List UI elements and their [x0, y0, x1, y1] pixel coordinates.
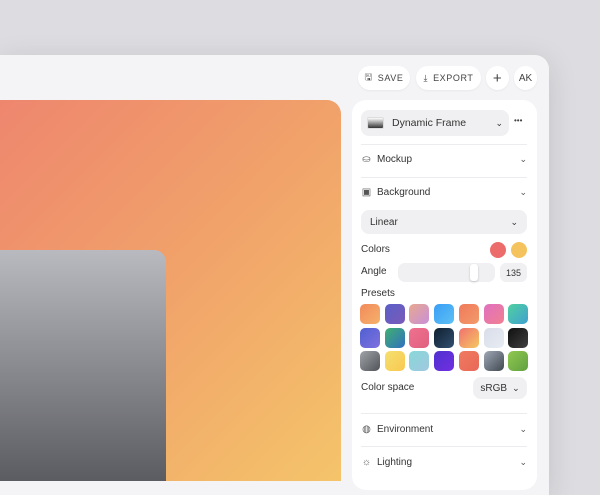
preset-swatch[interactable] [384, 304, 405, 324]
preset-swatch[interactable] [483, 327, 504, 348]
preset-swatch[interactable] [458, 304, 479, 324]
section-lighting[interactable]: ☼ Lighting ⌄ [361, 457, 527, 468]
preset-swatch[interactable] [360, 351, 380, 371]
chevron-down-icon: ⌄ [519, 187, 527, 197]
preset-swatch[interactable] [409, 327, 430, 348]
preset-swatch[interactable] [508, 327, 529, 348]
add-button[interactable]: + [486, 66, 509, 90]
inspector-panel: Dynamic Frame ⌄ ••• ⛀ Mockup ⌄ ▣ Background ⌄… [352, 100, 537, 490]
preset-swatch[interactable] [458, 351, 479, 371]
chevron-down-icon: ⌄ [512, 382, 520, 393]
export-button[interactable]: ⤓ EXPORT [416, 66, 481, 90]
chevron-down-icon: ⌄ [519, 424, 527, 434]
preset-swatch[interactable] [483, 304, 504, 324]
plus-icon: + [492, 69, 503, 87]
preset-swatch[interactable] [409, 304, 430, 324]
chevron-down-icon: ⌄ [510, 216, 518, 227]
preset-swatch[interactable] [384, 327, 405, 348]
preset-swatch[interactable] [409, 351, 430, 371]
mockup-icon: ⛀ [362, 154, 371, 165]
chevron-down-icon: ⌄ [519, 457, 527, 467]
section-background[interactable]: ▣ Background ⌄ [361, 187, 527, 198]
download-icon: ⤓ [423, 72, 429, 83]
divider [361, 177, 527, 178]
save-button[interactable]: 🖫 SAVE [358, 66, 410, 90]
divider [361, 446, 527, 447]
angle-input[interactable]: 135 [500, 263, 527, 282]
divider [361, 413, 527, 414]
gradient-type-select[interactable]: Linear ⌄ [361, 210, 527, 234]
save-icon: 🖫 [364, 72, 373, 82]
preset-swatch[interactable] [434, 351, 455, 371]
frame-selector[interactable]: Dynamic Frame ⌄ [361, 110, 509, 136]
preset-swatch[interactable] [360, 304, 380, 324]
preset-swatch[interactable] [434, 304, 455, 324]
preset-swatch[interactable] [434, 327, 455, 348]
section-mockup[interactable]: ⛀ Mockup ⌄ [361, 154, 527, 165]
angle-slider[interactable] [398, 263, 495, 282]
preset-swatch[interactable] [458, 327, 479, 348]
color-stop-2[interactable] [511, 242, 527, 258]
section-environment[interactable]: ◍ Environment ⌄ [361, 424, 527, 435]
preset-swatch[interactable] [508, 351, 529, 371]
device-mockup[interactable] [0, 250, 166, 481]
preset-swatch[interactable] [384, 351, 405, 371]
divider [361, 144, 527, 145]
color-space-select[interactable]: sRGB ⌄ [473, 377, 527, 399]
color-stop-1[interactable] [490, 242, 506, 258]
preset-swatch[interactable] [360, 327, 380, 348]
globe-icon: ◍ [362, 424, 371, 435]
image-icon: ▣ [361, 187, 372, 198]
frame-thumbnail [367, 117, 384, 129]
chevron-down-icon: ⌄ [495, 117, 503, 128]
presets-label: Presets [361, 288, 395, 299]
avatar[interactable]: AK [514, 66, 537, 90]
preset-swatch[interactable] [508, 304, 529, 324]
chevron-down-icon: ⌄ [519, 154, 527, 164]
sun-icon: ☼ [361, 457, 372, 468]
more-button[interactable]: ••• [514, 116, 522, 125]
slider-handle[interactable] [470, 264, 479, 281]
preset-swatch[interactable] [483, 351, 504, 371]
